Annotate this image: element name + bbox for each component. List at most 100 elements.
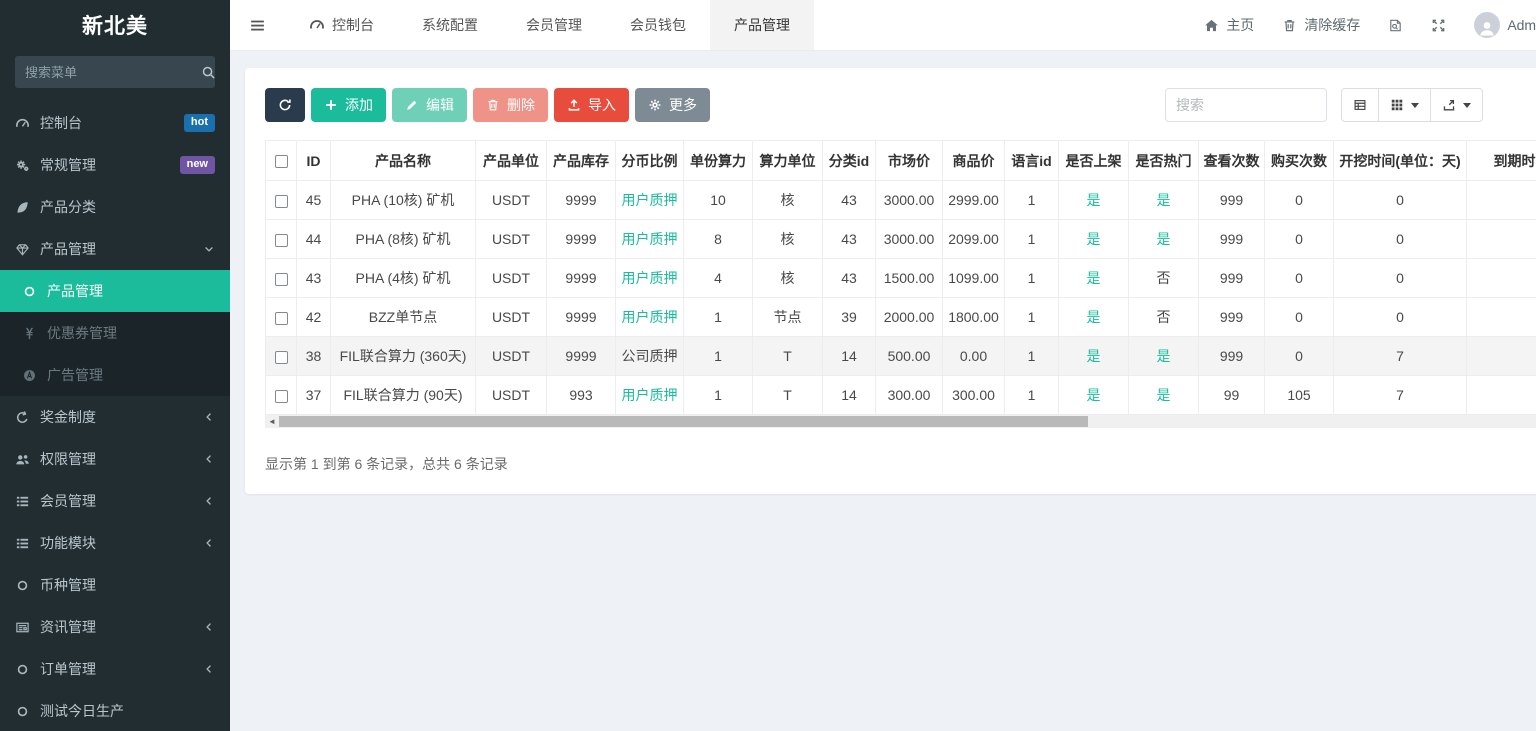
- column-header-name: 产品名称: [330, 140, 476, 181]
- table-search-input[interactable]: [1165, 88, 1327, 122]
- scroll-left-arrow[interactable]: ◄: [265, 415, 279, 428]
- gem-icon: [15, 242, 30, 257]
- cell-name: PHA (10核) 矿机: [330, 180, 476, 220]
- clear-cache-link[interactable]: 清除缓存: [1282, 15, 1360, 35]
- row-checkbox[interactable]: [274, 311, 288, 325]
- sidebar-item-label: 测试今日生产: [40, 703, 124, 719]
- row-checkbox[interactable]: [274, 233, 288, 247]
- cell-stock: 9999: [546, 180, 616, 220]
- sidebar-item-general-management[interactable]: 常规管理 new: [0, 144, 230, 186]
- sidebar-item-bonus-system[interactable]: 奖金制度: [0, 396, 230, 438]
- cell-stock: 9999: [546, 297, 616, 337]
- circle-icon: [15, 704, 30, 719]
- scrollbar-thumb[interactable]: [279, 416, 1088, 427]
- cell-price: 2999.00: [942, 180, 1005, 220]
- cell-stock: 9999: [546, 258, 616, 298]
- sidebar-item-label: 优惠券管理: [47, 325, 117, 341]
- edit-button[interactable]: 编辑: [392, 88, 467, 122]
- ad-icon: [22, 368, 37, 383]
- cell-mining_days: 7: [1333, 336, 1467, 376]
- row-checkbox[interactable]: [274, 389, 288, 403]
- cell-name: BZZ单节点: [330, 297, 476, 337]
- delete-button[interactable]: 删除: [473, 88, 548, 122]
- cell-price: 2099.00: [942, 219, 1005, 259]
- cell-mining_days: 0: [1333, 297, 1467, 337]
- sidebar-item-member-management[interactable]: 会员管理: [0, 480, 230, 522]
- sidebar-item-news-management[interactable]: 资讯管理: [0, 606, 230, 648]
- sidebar-item-product-category[interactable]: 产品分类: [0, 186, 230, 228]
- import-button[interactable]: 导入: [554, 88, 629, 122]
- columns-button[interactable]: [1379, 88, 1431, 122]
- product-table-card: 添加 编辑 删除 导入 更多 ID产品名称产品单位产品库存分币比例单份算力算力单位分类i…: [245, 68, 1536, 494]
- sidebar-item-function-module[interactable]: 功能模块: [0, 522, 230, 564]
- cell-stock: 993: [546, 375, 616, 415]
- clear-cache-link-label: 清除缓存: [1304, 17, 1361, 33]
- cell-views: 999: [1198, 180, 1265, 220]
- home-link-label: 主页: [1226, 17, 1255, 33]
- cell-hot: 是: [1128, 336, 1199, 376]
- refresh-button[interactable]: [265, 88, 305, 122]
- column-header-check: [265, 140, 297, 181]
- row-checkbox[interactable]: [274, 350, 288, 364]
- select-all-checkbox[interactable]: [274, 155, 288, 169]
- sidebar-toggle-button[interactable]: [230, 0, 285, 50]
- home-link[interactable]: 主页: [1204, 15, 1254, 35]
- sidebar-item-test-today-production[interactable]: 测试今日生产: [0, 690, 230, 731]
- fullscreen-button[interactable]: [1431, 18, 1446, 33]
- cell-category_id: 14: [822, 375, 876, 415]
- cell-buys: 0: [1264, 258, 1334, 298]
- table-row-42: 42 BZZ单节点 USDT 9999 用户质押 1 节点 39 2000.00 1800.00 1…: [265, 297, 1536, 337]
- chevron-down-icon: [203, 243, 215, 255]
- circle-icon: [15, 662, 30, 677]
- cell-power_unit: 核: [752, 180, 823, 220]
- sidebar-item-product-management[interactable]: 产品管理: [0, 270, 230, 312]
- import-button-label: 导入: [588, 97, 616, 113]
- toolbar-buttons: 添加 编辑 删除 导入 更多: [265, 88, 710, 122]
- sidebar-item-label: 资讯管理: [40, 619, 96, 635]
- sidebar-search-input[interactable]: [25, 64, 201, 80]
- sidebar-item-currency-management[interactable]: 币种管理: [0, 564, 230, 606]
- cell-unit: USDT: [475, 297, 547, 337]
- user-menu[interactable]: Admin: [1474, 12, 1536, 38]
- tab-member-management[interactable]: 会员管理: [502, 0, 606, 50]
- new-badge: new: [179, 156, 215, 174]
- horizontal-scrollbar: ◄ ►: [265, 415, 1536, 428]
- scrollbar-track[interactable]: [279, 415, 1536, 428]
- gauge-icon: [15, 116, 30, 131]
- sidebar-item-console[interactable]: 控制台 hot: [0, 102, 230, 144]
- sidebar-item-product-management-parent[interactable]: 产品管理: [0, 228, 230, 270]
- tab-product-management[interactable]: 产品管理: [710, 0, 814, 50]
- export-button[interactable]: [1431, 88, 1483, 122]
- cell-id: 42: [296, 297, 331, 337]
- cell-power: 1: [683, 336, 753, 376]
- tab-system-config[interactable]: 系统配置: [398, 0, 502, 50]
- cell-price: 1800.00: [942, 297, 1005, 337]
- tab-member-wallet[interactable]: 会员钱包: [606, 0, 710, 50]
- cell-power_unit: T: [752, 375, 823, 415]
- cell-ratio: 用户质押: [615, 375, 684, 415]
- cell-lang_id: 1: [1004, 375, 1059, 415]
- trash-icon: [486, 98, 500, 112]
- tab-label: 控制台: [332, 17, 374, 33]
- tab-console[interactable]: 控制台: [285, 0, 398, 50]
- sidebar-item-label: 常规管理: [40, 157, 96, 173]
- cell-ratio: 用户质押: [615, 219, 684, 259]
- row-checkbox[interactable]: [274, 272, 288, 286]
- sidebar-item-label: 功能模块: [40, 535, 96, 551]
- cell-market_price: 3000.00: [875, 219, 943, 259]
- sidebar-item-permission-management[interactable]: 权限管理: [0, 438, 230, 480]
- column-header-unit: 产品单位: [475, 140, 547, 181]
- language-button[interactable]: [1388, 18, 1403, 33]
- sidebar-item-ad-management[interactable]: 广告管理: [0, 354, 230, 396]
- sidebar-item-order-management[interactable]: 订单管理: [0, 648, 230, 690]
- card-view-button[interactable]: [1341, 88, 1379, 122]
- row-checkbox[interactable]: [274, 194, 288, 208]
- cell-lang_id: 1: [1004, 180, 1059, 220]
- sidebar-item-coupon-management[interactable]: 优惠券管理: [0, 312, 230, 354]
- more-button[interactable]: 更多: [635, 88, 710, 122]
- cell-category_id: 14: [822, 336, 876, 376]
- export-icon: [1442, 98, 1456, 112]
- add-button[interactable]: 添加: [311, 88, 386, 122]
- sidebar-item-label: 权限管理: [40, 451, 96, 467]
- caret-down-icon: [1463, 102, 1471, 108]
